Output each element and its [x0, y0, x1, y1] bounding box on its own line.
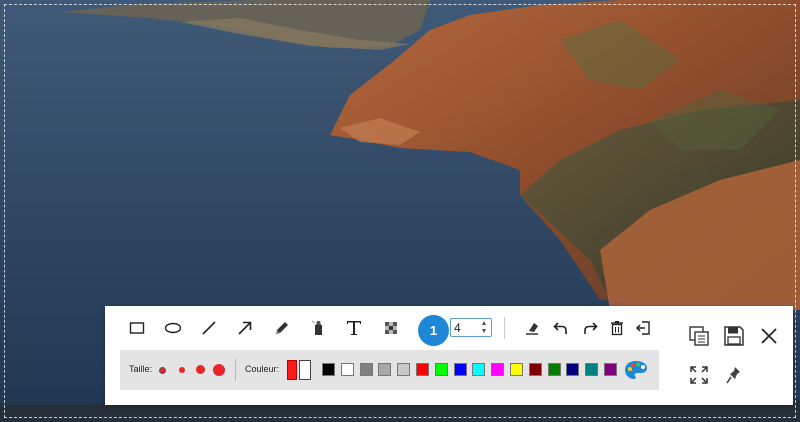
options-bar: Taille: Couleur: [120, 350, 659, 390]
palette-icon [625, 361, 647, 379]
trash-icon [611, 321, 623, 336]
options-separator [235, 359, 236, 381]
floppy-disk-icon [724, 326, 744, 346]
copy-button[interactable] [685, 322, 713, 350]
expand-icon [690, 366, 708, 384]
custom-color-button[interactable] [624, 360, 648, 380]
ellipse-tool[interactable] [160, 315, 186, 341]
annotation-toolbar: 1 ▲ ▼ Taille: Couleur: [105, 306, 793, 405]
ellipse-icon [164, 322, 182, 334]
size-option-xlarge[interactable] [213, 364, 225, 376]
pixelate-tool[interactable] [378, 315, 404, 341]
step-counter-label: 1 [429, 323, 438, 338]
size-label: Taille: [129, 364, 153, 374]
color-swatch[interactable] [359, 363, 373, 376]
arrow-tool[interactable] [232, 315, 258, 341]
color-swatch[interactable] [340, 363, 354, 376]
copy-icon [689, 326, 709, 346]
close-button[interactable] [755, 322, 783, 350]
redo-button[interactable] [577, 315, 603, 341]
pin-icon [726, 367, 740, 384]
color-swatch[interactable] [378, 363, 392, 376]
pixelate-icon [385, 322, 397, 334]
color-swatch[interactable] [453, 363, 467, 376]
delete-button[interactable] [604, 315, 630, 341]
exit-button[interactable] [630, 315, 656, 341]
color-swatch[interactable] [510, 363, 523, 376]
current-colors[interactable] [287, 360, 311, 380]
chevron-down-icon[interactable]: ▼ [481, 328, 488, 335]
pin-button[interactable] [720, 361, 748, 389]
save-button[interactable] [720, 322, 748, 350]
color-swatch[interactable] [604, 363, 617, 376]
close-icon [761, 328, 777, 344]
text-tool[interactable] [341, 315, 367, 341]
size-input[interactable] [454, 320, 476, 335]
undo-icon [553, 322, 567, 334]
color-swatch[interactable] [547, 363, 561, 376]
undo-button[interactable] [548, 315, 574, 341]
color-swatch[interactable] [528, 363, 542, 376]
line-tool[interactable] [196, 315, 222, 341]
marker-icon [311, 320, 322, 335]
color-swatch[interactable] [322, 363, 335, 376]
size-option-medium[interactable] [179, 367, 185, 373]
color-swatch[interactable] [585, 363, 599, 376]
background-color[interactable] [299, 360, 311, 380]
eraser-button[interactable] [519, 315, 545, 341]
color-swatch[interactable] [566, 363, 580, 376]
foreground-color[interactable] [287, 360, 297, 380]
size-option-large[interactable] [196, 365, 205, 374]
size-spinner[interactable]: ▲ ▼ [450, 318, 492, 337]
color-label: Couleur: [245, 364, 280, 374]
size-option-small[interactable] [159, 367, 166, 374]
color-swatch[interactable] [434, 363, 448, 376]
size-spinner-arrows: ▲ ▼ [479, 320, 489, 335]
color-swatch[interactable] [416, 363, 429, 376]
arrow-icon [238, 321, 252, 335]
redo-icon [584, 322, 598, 334]
step-counter-tool[interactable]: 1 [418, 315, 449, 346]
eraser-icon [526, 323, 538, 335]
chevron-up-icon[interactable]: ▲ [481, 320, 488, 327]
pencil-tool[interactable] [269, 315, 295, 341]
pencil-icon [276, 322, 288, 334]
line-icon [202, 321, 216, 335]
exit-icon [635, 321, 650, 335]
rectangle-tool[interactable] [124, 315, 150, 341]
toolbar-separator [504, 317, 505, 339]
fullscreen-button[interactable] [685, 361, 713, 389]
text-icon [347, 321, 361, 335]
color-swatch[interactable] [472, 363, 486, 376]
color-swatch[interactable] [397, 363, 411, 376]
marker-tool[interactable] [305, 315, 331, 341]
rectangle-icon [129, 322, 145, 334]
color-swatch[interactable] [491, 363, 505, 376]
